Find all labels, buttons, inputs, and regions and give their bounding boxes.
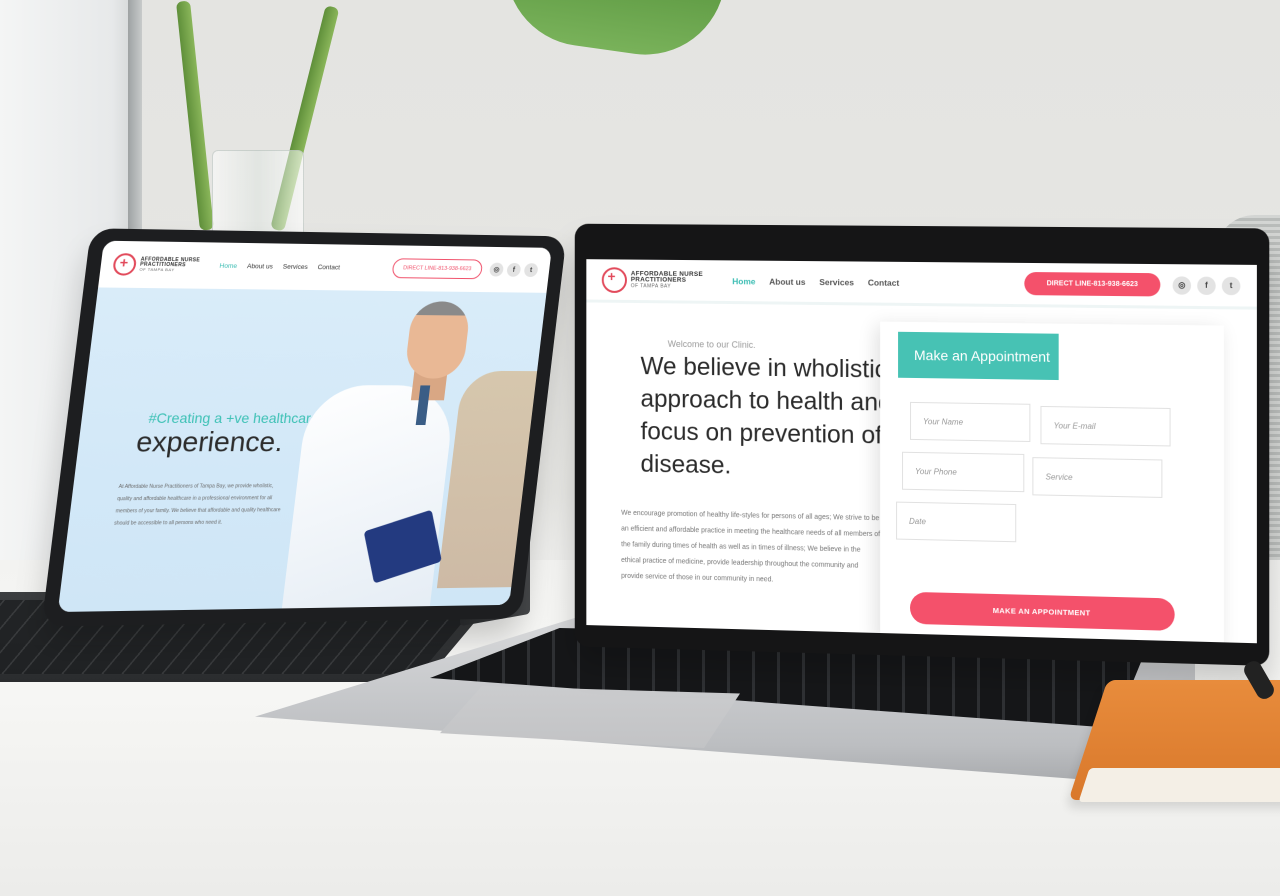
- laptop-nav-links: Home About us Services Contact: [732, 276, 899, 288]
- nav-contact[interactable]: Contact: [317, 264, 340, 271]
- doctor-coat: [280, 385, 457, 612]
- nav-home[interactable]: Home: [219, 262, 237, 269]
- nav-about[interactable]: About us: [247, 263, 274, 270]
- tablet-nav-links: Home About us Services Contact: [219, 262, 340, 271]
- laptop-navbar: AFFORDABLE NURSE PRACTITIONERS OF TAMPA …: [586, 259, 1257, 309]
- welcome-text: Welcome to our Clinic.: [668, 339, 756, 350]
- date-field[interactable]: Date: [896, 502, 1016, 543]
- logo-text: AFFORDABLE NURSE PRACTITIONERS OF TAMPA …: [139, 258, 200, 273]
- laptop-device: AFFORDABLE NURSE PRACTITIONERS OF TAMPA …: [575, 224, 1270, 666]
- hero-body: At Affordable Nurse Practitioners of Tam…: [113, 480, 286, 530]
- make-appointment-button[interactable]: MAKE AN APPOINTMENT: [910, 592, 1175, 631]
- notebook-pages: [1078, 768, 1280, 802]
- intro-body: We encourage promotion of healthy life-s…: [621, 506, 881, 591]
- form-title: Make an Appointment: [898, 332, 1059, 380]
- logo-text: AFFORDABLE NURSE PRACTITIONERS OF TAMPA …: [631, 271, 703, 289]
- appointment-form: Make an Appointment Your Name Your E-mai…: [880, 322, 1224, 644]
- name-field[interactable]: Your Name: [910, 402, 1030, 442]
- site-logo[interactable]: AFFORDABLE NURSE PRACTITIONERS OF TAMPA …: [602, 267, 703, 294]
- site-logo[interactable]: AFFORDABLE NURSE PRACTITIONERS OF TAMPA …: [112, 253, 201, 276]
- direct-line-button[interactable]: DIRECT LINE-813-938-6623: [1024, 272, 1160, 297]
- service-field[interactable]: Service: [1032, 457, 1162, 498]
- nav-about[interactable]: About us: [769, 276, 805, 286]
- doctor-head: [404, 301, 472, 379]
- nav-contact[interactable]: Contact: [868, 277, 899, 287]
- tablet-hero: #Creating a +ve healthcare experience. A…: [58, 287, 547, 612]
- facebook-icon[interactable]: f: [506, 263, 521, 277]
- tablet-navbar: AFFORDABLE NURSE PRACTITIONERS OF TAMPA …: [98, 241, 552, 293]
- social-links: ◎ f t: [1173, 276, 1241, 295]
- tablet-device: AFFORDABLE NURSE PRACTITIONERS OF TAMPA …: [41, 228, 566, 626]
- logo-line-3: OF TAMPA BAY: [139, 268, 199, 273]
- instagram-icon[interactable]: ◎: [1173, 276, 1191, 294]
- intro-headline: We believe in wholistic approach to heal…: [641, 350, 907, 485]
- logo-cross-icon: [112, 253, 137, 276]
- twitter-icon[interactable]: t: [524, 263, 539, 277]
- patient-figure: [437, 371, 540, 588]
- nav-services[interactable]: Services: [282, 263, 308, 270]
- social-links: ◎ f t: [489, 263, 539, 277]
- instagram-icon[interactable]: ◎: [489, 263, 504, 277]
- nav-home[interactable]: Home: [732, 276, 755, 286]
- direct-line-button[interactable]: DIRECT LINE-813-938-6623: [391, 258, 483, 279]
- nav-services[interactable]: Services: [819, 277, 854, 287]
- logo-line-3: OF TAMPA BAY: [631, 284, 703, 290]
- facebook-icon[interactable]: f: [1197, 276, 1215, 294]
- logo-cross-icon: [602, 267, 627, 293]
- tablet-screen: AFFORDABLE NURSE PRACTITIONERS OF TAMPA …: [58, 241, 552, 612]
- phone-field[interactable]: Your Phone: [902, 452, 1024, 492]
- twitter-icon[interactable]: t: [1222, 276, 1241, 294]
- email-field[interactable]: Your E-mail: [1040, 406, 1170, 447]
- doctor-image: [260, 290, 544, 612]
- hero-title: experience.: [134, 426, 284, 458]
- laptop-screen: AFFORDABLE NURSE PRACTITIONERS OF TAMPA …: [586, 259, 1257, 643]
